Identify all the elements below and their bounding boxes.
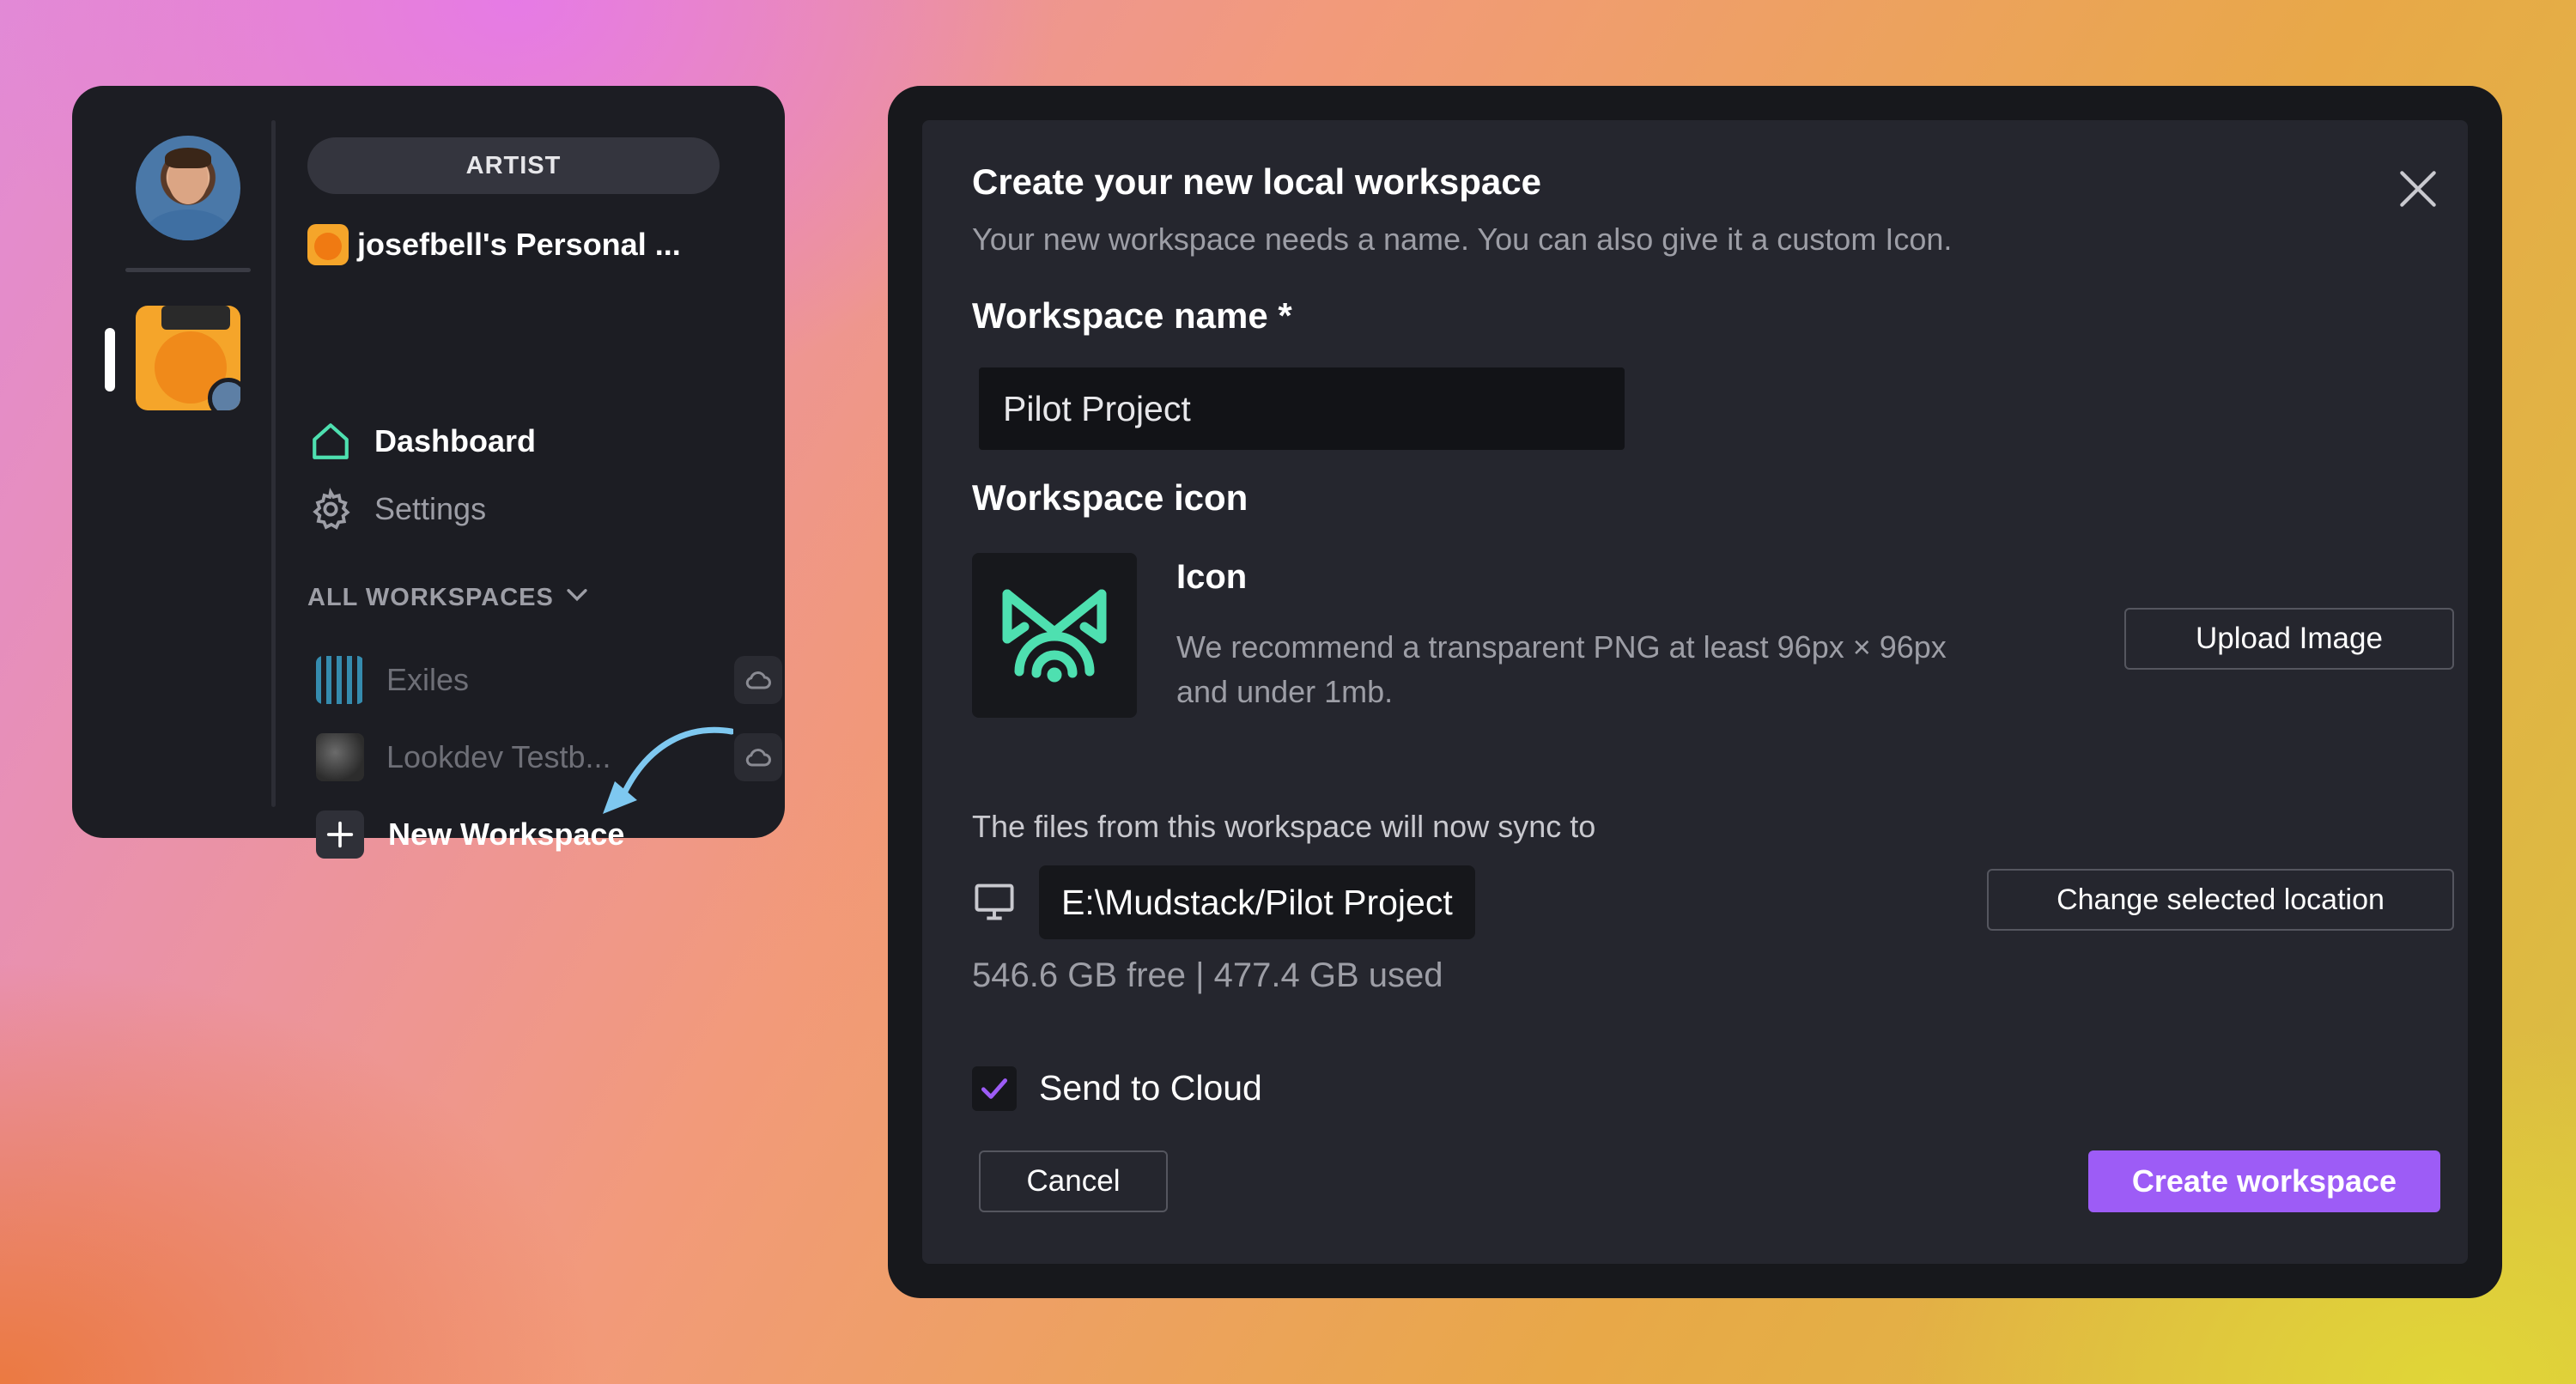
upload-image-button[interactable]: Upload Image bbox=[2124, 608, 2454, 670]
send-to-cloud-checkbox[interactable] bbox=[972, 1066, 1017, 1111]
workspace-rail bbox=[72, 86, 276, 838]
nav-item-dashboard[interactable]: Dashboard bbox=[307, 416, 536, 467]
user-avatar[interactable] bbox=[136, 136, 240, 240]
dialog-subtitle: Your new workspace needs a name. You can… bbox=[972, 222, 1953, 257]
account-name: josefbell's Personal ... bbox=[357, 227, 681, 262]
active-workspace-indicator bbox=[105, 328, 115, 392]
mudstack-logo-icon bbox=[1002, 589, 1107, 683]
workspace-icon-lookdev bbox=[316, 733, 364, 781]
chevron-down-icon bbox=[562, 580, 592, 616]
new-workspace-button[interactable]: New Workspace bbox=[316, 807, 624, 862]
section-title: ALL WORKSPACES bbox=[307, 583, 554, 611]
send-to-cloud-label[interactable]: Send to Cloud bbox=[1039, 1068, 1262, 1108]
create-workspace-dialog: Create your new local workspace Your new… bbox=[922, 120, 2468, 1264]
icon-description: We recommend a transparent PNG at least … bbox=[1176, 629, 1947, 709]
sidebar-divider bbox=[271, 120, 276, 807]
pointer-arrow-annotation bbox=[603, 726, 733, 814]
workspace-icon-preview[interactable] bbox=[972, 553, 1137, 718]
new-workspace-label: New Workspace bbox=[388, 816, 625, 852]
sidebar-panel: ARTIST josefbell's Personal ... Dashboar… bbox=[72, 86, 785, 859]
workspace-icon-exiles bbox=[316, 656, 364, 704]
all-workspaces-toggle[interactable]: ALL WORKSPACES bbox=[307, 580, 592, 615]
workspace-icon-label: Workspace icon bbox=[972, 477, 1249, 518]
thumb-hat bbox=[161, 306, 230, 330]
plus-icon bbox=[316, 810, 364, 859]
cloud-icon[interactable] bbox=[734, 733, 782, 781]
avatar-hair bbox=[165, 148, 211, 168]
rail-divider bbox=[125, 268, 251, 272]
sync-path: E:\Mudstack/Pilot Project bbox=[1039, 865, 1475, 939]
monitor-icon bbox=[975, 883, 1014, 920]
workspace-name-input[interactable] bbox=[979, 367, 1625, 450]
checkmark-icon bbox=[981, 1078, 1008, 1099]
cloud-icon[interactable] bbox=[734, 656, 782, 704]
close-button[interactable] bbox=[2391, 161, 2445, 216]
nav-label-settings: Settings bbox=[374, 491, 487, 526]
modal-frame: Create your new local workspace Your new… bbox=[888, 86, 2502, 1298]
close-icon bbox=[2400, 171, 2436, 207]
sync-description: The files from this workspace will now s… bbox=[972, 809, 1596, 844]
workspace-item-exiles[interactable]: Exiles bbox=[316, 653, 782, 707]
workspace-label: Exiles bbox=[386, 662, 470, 697]
nav-item-settings[interactable]: Settings bbox=[307, 483, 486, 535]
account-switcher[interactable]: josefbell's Personal ... bbox=[307, 223, 681, 266]
avatar-shirt bbox=[144, 209, 232, 240]
icon-heading: Icon bbox=[1176, 558, 1248, 596]
create-workspace-button[interactable]: Create workspace bbox=[2088, 1150, 2440, 1212]
dialog-title: Create your new local workspace bbox=[972, 161, 1541, 202]
home-icon bbox=[307, 418, 354, 464]
workspace-name-label: Workspace name * bbox=[972, 295, 1292, 336]
nav-label-dashboard: Dashboard bbox=[374, 423, 537, 458]
storage-info: 546.6 GB free | 477.4 GB used bbox=[972, 956, 1443, 994]
account-icon bbox=[307, 224, 349, 265]
gear-icon bbox=[307, 486, 354, 532]
role-badge: ARTIST bbox=[307, 137, 720, 194]
change-location-button[interactable]: Change selected location bbox=[1987, 869, 2454, 931]
cancel-button[interactable]: Cancel bbox=[979, 1150, 1168, 1212]
workspace-thumbnail-personal[interactable] bbox=[136, 306, 240, 410]
